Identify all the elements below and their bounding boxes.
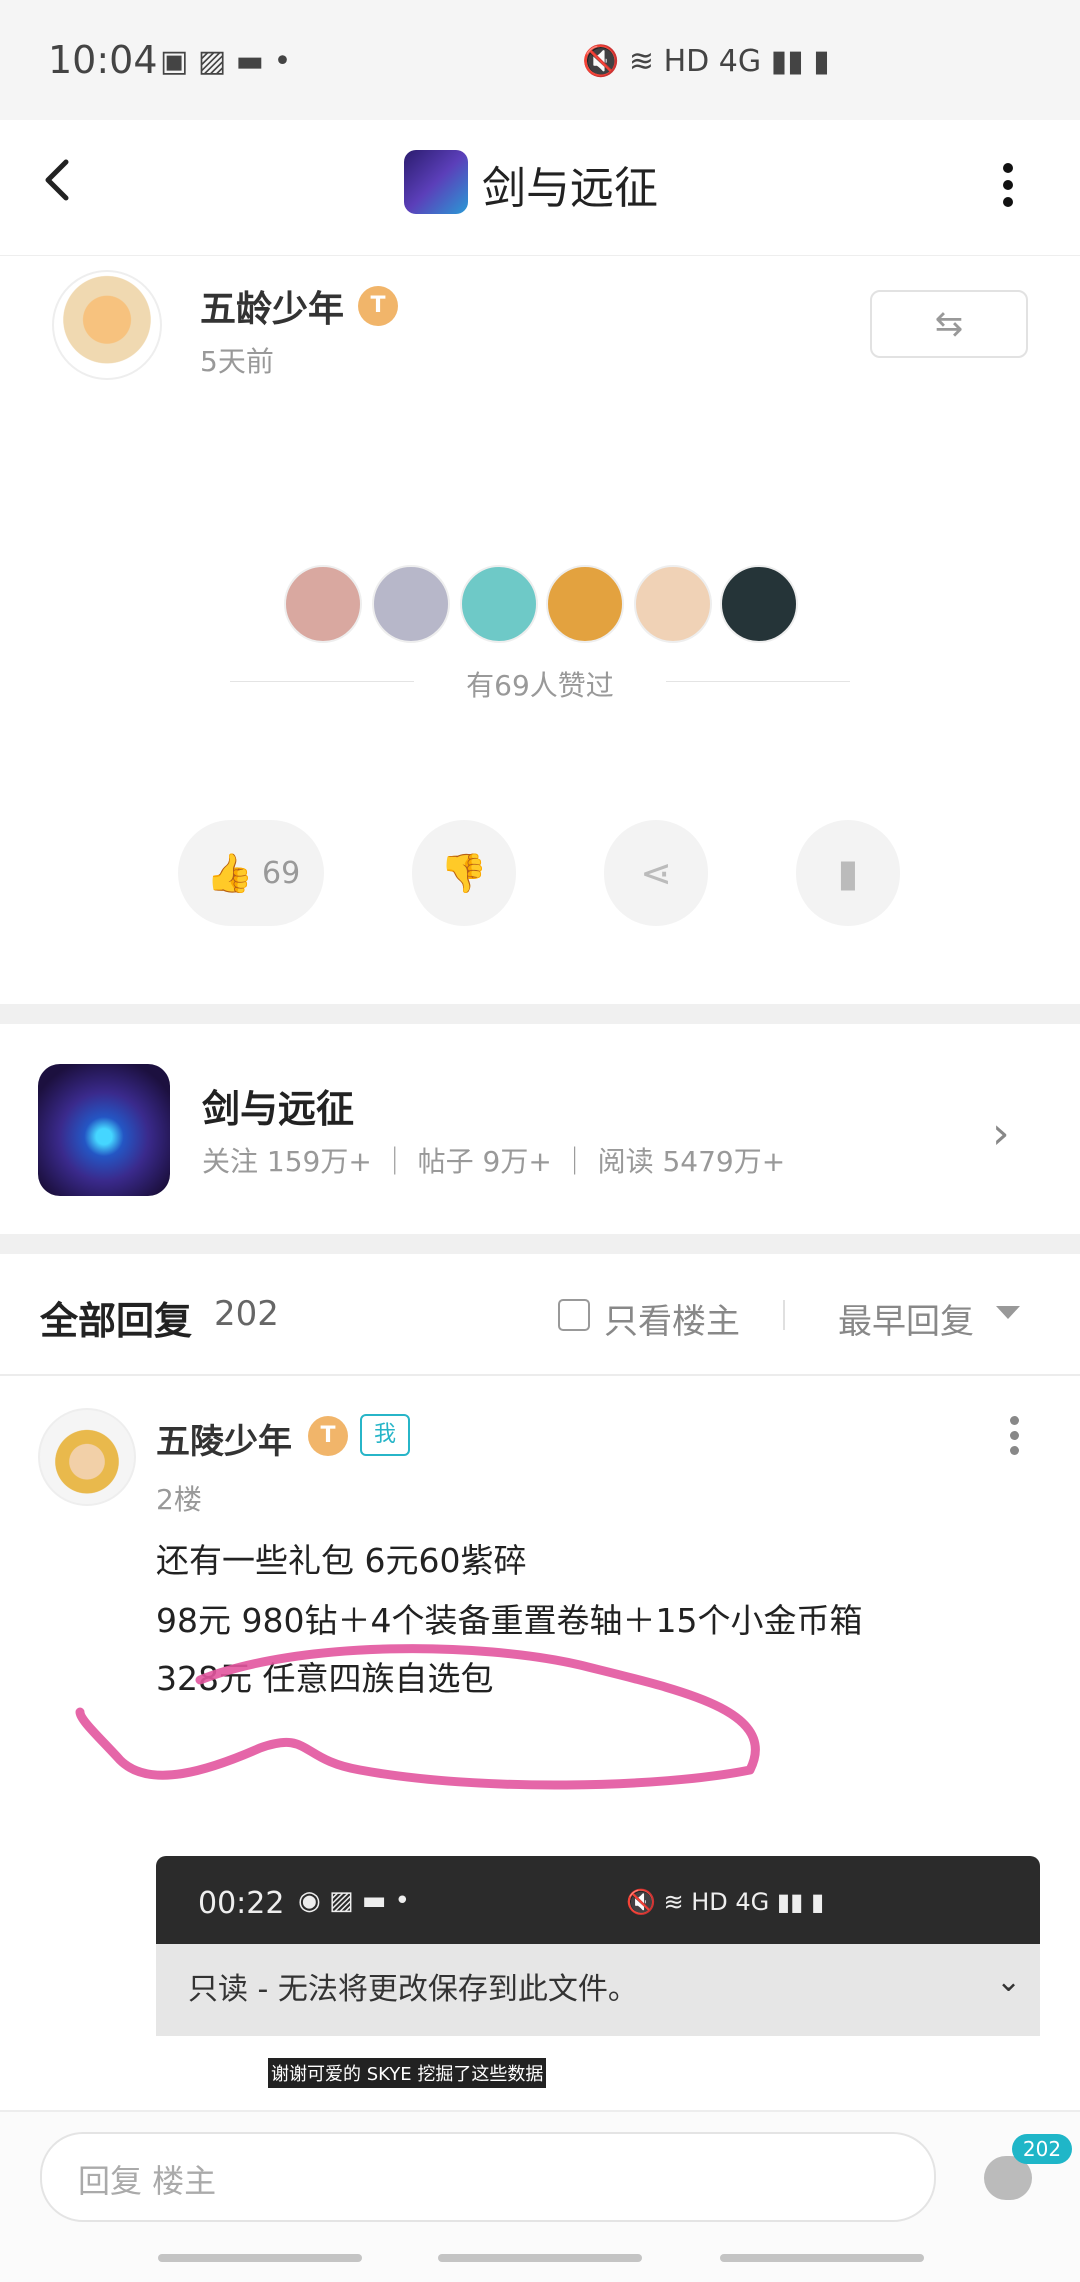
likes-summary[interactable]: 有69人赞过 — [0, 664, 1080, 704]
bookmark-button[interactable]: ▮ — [796, 820, 900, 926]
embedded-image[interactable]: 00:22 ◉ ▨ ▬ • 🔇 ≋ HD 4G ▮▮ ▮ 只读 - 无法将更改保… — [156, 1856, 1040, 2116]
game-name: 剑与远征 — [202, 1087, 355, 1131]
nav-bar-pill — [720, 2254, 924, 2262]
level-badge-icon: T — [308, 1416, 348, 1456]
reply-input-placeholder: 回复 楼主 — [78, 2162, 217, 2200]
comment-count-badge: 202 — [1012, 2134, 1072, 2164]
nav-bar-pill — [438, 2254, 642, 2262]
divider — [0, 1374, 1080, 1376]
replies-title: 全部回复 — [40, 1299, 193, 1343]
chevron-left-icon[interactable] — [36, 150, 80, 210]
liker-avatar[interactable] — [284, 565, 362, 643]
only-op-label[interactable]: 只看楼主 — [604, 1294, 740, 1343]
status-time: 10:04 — [48, 38, 158, 82]
sort-dropdown[interactable]: 最早回复 — [838, 1294, 974, 1343]
chevron-down-icon: ⌄ — [996, 1964, 1022, 1999]
share-icon: ⋖ — [640, 851, 672, 895]
page-title: 剑与远征 — [482, 163, 658, 214]
caret-down-icon[interactable] — [996, 1306, 1020, 1319]
like-count: 69 — [262, 856, 301, 891]
section-separator — [0, 1234, 1080, 1254]
status-left-icons: ▣ ▨ ▬ • — [160, 44, 292, 79]
embedded-status-right-icons: 🔇 ≋ HD 4G ▮▮ ▮ — [626, 1888, 825, 1916]
game-stats: 关注 159万+ ｜ 帖子 9万+ ｜ 阅读 5479万+ — [202, 1145, 786, 1178]
thumbs-down-icon: 👎 — [440, 851, 488, 895]
reply-input[interactable]: 回复 楼主 — [40, 2132, 936, 2222]
only-op-checkbox[interactable] — [558, 1299, 590, 1331]
thumbs-up-icon: 👍 — [206, 851, 254, 895]
author-avatar[interactable] — [52, 270, 162, 380]
embedded-content: 谢谢可爱的 SKYE 挖掘了这些数据 — [156, 2036, 1040, 2116]
more-vertical-icon[interactable] — [1008, 1414, 1022, 1458]
share-button[interactable]: ⋖ — [604, 820, 708, 926]
section-separator — [0, 1004, 1080, 1024]
liker-avatar[interactable] — [720, 565, 798, 643]
replies-count: 202 — [214, 1294, 279, 1334]
embedded-status-icons: ◉ ▨ ▬ • — [298, 1886, 410, 1916]
reply-author-name[interactable]: 五陵少年 — [156, 1414, 292, 1463]
level-badge-icon: T — [358, 286, 398, 326]
embedded-status-time: 00:22 — [198, 1886, 285, 1921]
me-badge: 我 — [360, 1414, 410, 1456]
more-vertical-icon[interactable] — [996, 155, 1020, 215]
reply-avatar[interactable] — [38, 1408, 136, 1506]
dislike-button[interactable]: 👎 — [412, 820, 516, 926]
post-time: 5天前 — [200, 345, 274, 378]
swap-icon: ⇆ — [934, 304, 964, 344]
game-icon — [404, 150, 468, 214]
readonly-message: 只读 - 无法将更改保存到此文件。 — [188, 1972, 638, 2007]
status-right-icons: 🔇 ≋ HD 4G ▮▮ ▮ — [582, 44, 830, 79]
floor-number: 2楼 — [156, 1483, 202, 1516]
liker-avatar[interactable] — [634, 565, 712, 643]
liker-avatar[interactable] — [546, 565, 624, 643]
embedded-readonly-bar: 只读 - 无法将更改保存到此文件。 ⌄ — [156, 1944, 1040, 2036]
bookmark-icon: ▮ — [837, 851, 859, 895]
liker-avatar[interactable] — [372, 565, 450, 643]
reply-text-line: 还有一些礼包 6元60紫碎 — [156, 1541, 527, 1580]
like-button[interactable]: 👍 69 — [178, 820, 324, 926]
annotation-scribble — [75, 1644, 760, 1790]
liker-avatar[interactable] — [460, 565, 538, 643]
embedded-caption: 谢谢可爱的 SKYE 挖掘了这些数据 — [268, 2058, 547, 2088]
nav-bar-pill — [158, 2254, 362, 2262]
repost-button[interactable]: ⇆ — [870, 290, 1028, 358]
game-logo — [38, 1064, 170, 1196]
author-name[interactable]: 五龄少年 — [200, 280, 344, 332]
divider — [783, 1300, 785, 1330]
chevron-right-icon: › — [992, 1108, 1010, 1159]
